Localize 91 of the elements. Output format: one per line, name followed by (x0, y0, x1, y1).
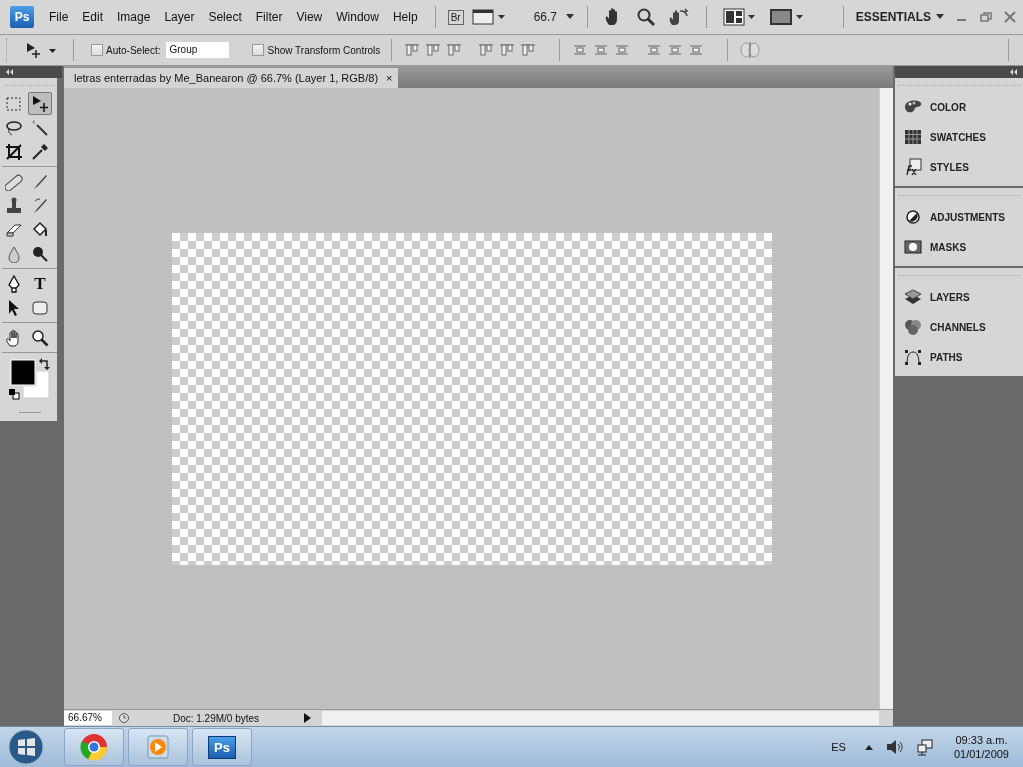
menu-item[interactable]: Image (112, 10, 156, 24)
clock-time: 09:33 a.m. (955, 734, 1008, 746)
move-icon (31, 94, 49, 113)
checkbox[interactable] (91, 44, 103, 56)
status-icon[interactable] (117, 712, 131, 724)
channels-icon (903, 318, 923, 336)
search-icon[interactable] (636, 7, 656, 27)
styles-icon (903, 158, 923, 176)
tool-preset-icon[interactable] (24, 40, 58, 60)
close-tab-button[interactable]: × (386, 72, 393, 84)
bucket-icon (31, 220, 49, 239)
swap-colors-icon[interactable] (39, 358, 51, 370)
masks-icon (903, 238, 923, 256)
start-button[interactable] (8, 729, 44, 765)
arrange-documents-icon[interactable] (723, 8, 757, 26)
clock-date: 01/01/2009 (953, 748, 1009, 760)
zoom-dropdown[interactable]: 66.7 (531, 10, 559, 24)
lasso-icon (5, 118, 23, 137)
workspace-switcher[interactable]: ESSENTIALS (855, 10, 931, 24)
app-logo[interactable]: Ps (10, 6, 34, 28)
network-icon[interactable] (915, 738, 934, 756)
show-hidden-icons-icon[interactable] (863, 743, 874, 751)
document-size-info: Doc: 1.29M/0 bytes (171, 712, 261, 724)
menu-item[interactable]: Window (331, 10, 384, 24)
zoom-level-field[interactable]: 66.67% (64, 711, 112, 725)
align-icon[interactable] (520, 42, 537, 58)
checkbox-label: Auto-Select: (106, 44, 161, 56)
group-select[interactable]: Group (166, 42, 230, 58)
paths-panel-button[interactable]: PATHS (895, 342, 1023, 372)
color-panel-button[interactable]: COLOR (895, 92, 1023, 122)
align-icon[interactable] (404, 42, 421, 58)
move-tool-button[interactable] (28, 92, 52, 115)
caret-icon (935, 13, 945, 21)
auto-align-icon[interactable] (740, 41, 761, 59)
browser-taskbar-button[interactable] (64, 728, 124, 766)
caret-icon (565, 13, 575, 21)
paths-icon (903, 348, 923, 366)
healing-icon (5, 172, 23, 191)
dodge-icon (31, 244, 49, 263)
menu-item[interactable]: View (291, 10, 328, 24)
layers-panel-button[interactable]: LAYERS (895, 282, 1023, 312)
masks-panel-button[interactable]: MASKS (895, 232, 1023, 262)
swatches-icon (903, 128, 923, 146)
background-color-swatch[interactable] (22, 370, 50, 399)
menu-item[interactable]: Select (203, 10, 247, 24)
document-tab[interactable]: letras enterradas by Me_Banearon @ 66.7% (Layer 1, RGB/8) × (64, 68, 399, 88)
menu-item[interactable]: File (44, 10, 74, 24)
zoom-icon (31, 328, 49, 347)
rotate-view-icon[interactable] (668, 7, 690, 27)
wand-icon (31, 118, 49, 137)
layers-icon (903, 288, 923, 306)
marquee-icon (5, 94, 23, 113)
status-menu-icon[interactable] (301, 712, 313, 724)
adjustments-panel-button[interactable]: ADJUSTMENTS (895, 202, 1023, 232)
align-icon[interactable] (446, 42, 463, 58)
checkbox[interactable] (252, 44, 265, 56)
language-indicator[interactable]: ES (831, 741, 846, 753)
shape-icon (31, 298, 49, 317)
menu-item[interactable]: Edit (77, 10, 109, 24)
collapse-icon[interactable] (5, 69, 15, 75)
align-icon[interactable] (499, 42, 516, 58)
brush-icon (31, 172, 49, 191)
blur-icon (5, 244, 23, 263)
close-icon[interactable] (1003, 11, 1017, 23)
bridge-button[interactable]: Br (447, 9, 464, 25)
vertical-scrollbar[interactable] (879, 88, 893, 709)
foreground-color-swatch[interactable] (10, 359, 36, 386)
speaker-icon[interactable] (885, 739, 904, 755)
restore-icon[interactable] (979, 11, 993, 23)
horizontal-scrollbar[interactable] (322, 711, 879, 725)
photoshop-taskbar-button[interactable]: Ps (192, 728, 252, 766)
browser-icon (79, 732, 109, 762)
menu-item[interactable]: Layer (159, 10, 200, 24)
crop-icon (5, 142, 23, 161)
adjustments-icon (903, 208, 923, 226)
menu-item[interactable]: Help (387, 10, 423, 24)
default-colors-icon[interactable] (9, 389, 20, 400)
screen-mode-icon[interactable] (769, 8, 805, 26)
swatches-panel-button[interactable]: SWATCHES (895, 122, 1023, 152)
collapse-icon[interactable] (1009, 69, 1019, 75)
view-extras-icon[interactable] (471, 8, 506, 26)
eyedropper-icon (31, 142, 49, 161)
align-icon[interactable] (478, 42, 495, 58)
menu-item[interactable]: Filter (250, 10, 288, 24)
align-icon[interactable] (425, 42, 442, 58)
stamp-icon (5, 196, 23, 215)
checkbox-label: Show Transform Controls (267, 44, 381, 56)
channels-panel-button[interactable]: CHANNELS (895, 312, 1023, 342)
history-icon (31, 196, 49, 215)
styles-panel-button[interactable]: STYLES (895, 152, 1023, 182)
type-tool-button[interactable]: T (28, 272, 52, 295)
